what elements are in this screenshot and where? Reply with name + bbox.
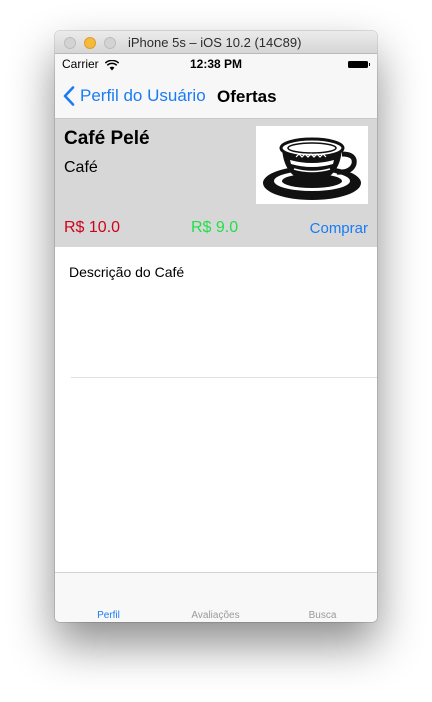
battery-icon: [348, 61, 370, 68]
window-title: iPhone 5s – iOS 10.2 (14C89): [128, 35, 302, 50]
status-bar: Carrier 12:38 PM: [55, 54, 377, 74]
tab-avaliacoes[interactable]: Avaliações: [162, 610, 269, 621]
chevron-left-icon: [63, 86, 75, 106]
offer-card[interactable]: Café Pelé Café R$ 10.0 R$ 9.0 Comprar: [55, 119, 377, 247]
window-titlebar: iPhone 5s – iOS 10.2 (14C89): [55, 31, 377, 54]
product-name: Café Pelé: [64, 128, 150, 149]
tab-perfil[interactable]: Perfil: [55, 610, 162, 621]
zoom-window-button[interactable]: [104, 37, 116, 49]
page-title: Ofertas: [217, 87, 277, 106]
minimize-window-button[interactable]: [84, 37, 96, 49]
tab-busca[interactable]: Busca: [269, 610, 376, 621]
close-window-button[interactable]: [64, 37, 76, 49]
offer-price: R$ 9.0: [191, 219, 239, 236]
back-button-label: Perfil do Usuário: [80, 86, 206, 105]
original-price: R$ 10.0: [64, 219, 121, 236]
product-description: Descrição do Café: [69, 264, 185, 280]
buy-button[interactable]: Comprar: [310, 220, 368, 237]
navigation-bar: Perfil do Usuário Ofertas: [55, 74, 377, 119]
simulator-window: iPhone 5s – iOS 10.2 (14C89) Carrier 12:…: [55, 31, 377, 622]
coffee-cup-image: [256, 126, 368, 204]
tab-bar: Perfil Avaliações Busca: [55, 572, 377, 622]
status-time: 12:38 PM: [189, 57, 243, 71]
description-divider: [71, 377, 377, 378]
back-button[interactable]: Perfil do Usuário: [63, 84, 206, 108]
product-type: Café: [64, 159, 98, 176]
